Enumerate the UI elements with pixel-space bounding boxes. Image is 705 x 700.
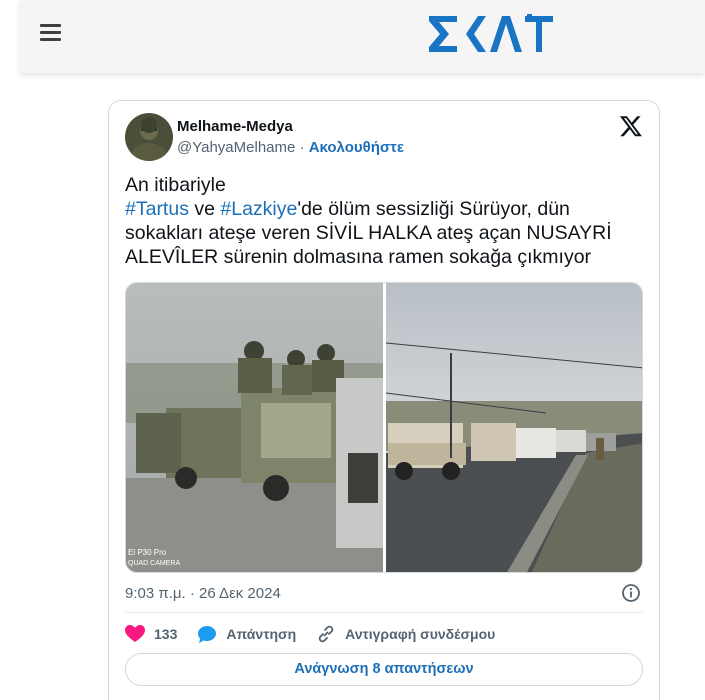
- like-button[interactable]: 133: [125, 625, 177, 643]
- watermark-line2: QUAD CAMERA: [128, 560, 180, 567]
- media-photos: El P30 Pro QUAD CAMERA: [126, 283, 642, 572]
- site-header: [20, 0, 705, 73]
- embedded-tweet: Melhame-Medya @YahyaMelhame · Ακολουθήστ…: [108, 100, 660, 700]
- tweet-line1: An itibariyle: [125, 174, 226, 196]
- divider: [125, 612, 643, 613]
- follow-link[interactable]: Ακολουθήστε: [309, 139, 404, 156]
- read-replies-button[interactable]: Ανάγνωση 8 απαντήσεων: [125, 653, 643, 686]
- reply-label: Απάντηση: [226, 626, 297, 642]
- handle-row: @YahyaMelhame · Ακολουθήστε: [177, 139, 404, 156]
- copy-link-label: Αντιγραφή συνδέσμου: [345, 626, 496, 642]
- skai-logo[interactable]: [428, 14, 554, 54]
- speech-bubble-icon: [198, 625, 217, 643]
- photo-right: [385, 283, 642, 572]
- reply-button[interactable]: Απάντηση: [197, 625, 296, 644]
- action-bar: 133 Απάντηση Αντιγραφή συνδέσμου: [125, 623, 515, 645]
- handle[interactable]: @YahyaMelhame: [177, 139, 295, 156]
- tweet-text: An itibariyle #Tartus ve #Lazkiye'de ölü…: [125, 173, 630, 269]
- timestamp[interactable]: 9:03 π.μ. · 26 Δεκ 2024: [125, 585, 281, 602]
- display-name[interactable]: Melhame-Medya: [177, 118, 293, 135]
- tweet-media[interactable]: El P30 Pro QUAD CAMERA: [125, 282, 643, 573]
- avatar[interactable]: [125, 113, 173, 161]
- heart-icon: [125, 625, 145, 642]
- tweet-between: ve: [188, 198, 221, 220]
- info-icon[interactable]: [621, 583, 641, 603]
- like-count: 133: [154, 626, 178, 642]
- hashtag-tartus[interactable]: #Tartus: [125, 198, 189, 220]
- hamburger-menu-icon[interactable]: [40, 24, 61, 41]
- hashtag-lazkiye[interactable]: #Lazkiye: [220, 198, 297, 220]
- separator: ·: [295, 139, 309, 156]
- photo-left: [126, 283, 383, 572]
- link-icon: [318, 625, 334, 643]
- watermark-line1: El P30 Pro: [128, 548, 167, 557]
- x-logo-icon[interactable]: [619, 114, 643, 138]
- copy-link-button[interactable]: Αντιγραφή συνδέσμου: [316, 624, 495, 644]
